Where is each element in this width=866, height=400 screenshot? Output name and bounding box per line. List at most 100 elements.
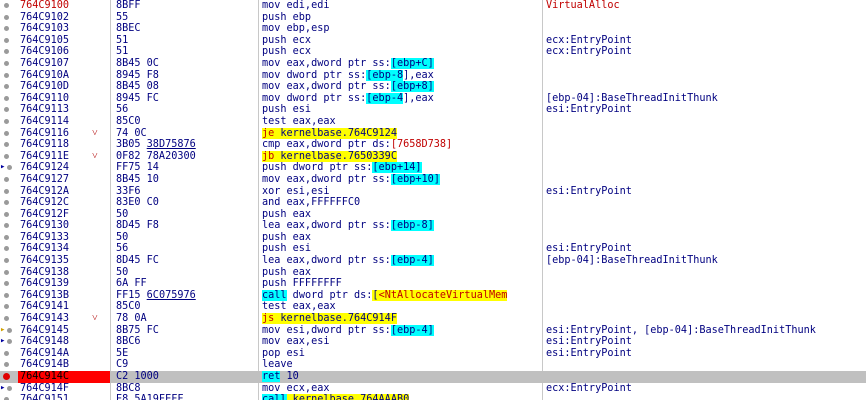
gutter-cell[interactable] bbox=[0, 186, 18, 198]
disasm-row[interactable]: 764C9105 51 push ecx ecx:EntryPoint bbox=[0, 35, 866, 47]
breakpoint-slot-icon[interactable] bbox=[4, 281, 9, 287]
breakpoint-slot-icon[interactable] bbox=[4, 223, 9, 229]
disasm-row[interactable]: 764C9138 50 push eax bbox=[0, 267, 866, 279]
breakpoint-slot-icon[interactable] bbox=[4, 188, 9, 194]
gutter-cell[interactable] bbox=[0, 174, 18, 186]
breakpoint-slot-icon[interactable] bbox=[4, 350, 9, 356]
breakpoint-slot-icon[interactable] bbox=[4, 37, 9, 43]
breakpoint-slot-icon[interactable] bbox=[4, 153, 9, 159]
disasm-row[interactable]: 764C9114 85C0 test eax,eax bbox=[0, 116, 866, 128]
disasm-row[interactable]: 764C914B C9 leave bbox=[0, 359, 866, 371]
disasm-row[interactable]: ▸ 764C9145 8B75 FC mov esi,dword ptr ss:[eb… bbox=[0, 324, 866, 337]
breakpoint-icon[interactable] bbox=[3, 373, 10, 380]
breakpoint-slot-icon[interactable] bbox=[4, 362, 9, 368]
breakpoint-slot-icon[interactable] bbox=[4, 95, 9, 101]
gutter-cell[interactable] bbox=[0, 232, 18, 244]
breakpoint-slot-icon[interactable] bbox=[7, 385, 12, 391]
gutter-cell[interactable] bbox=[0, 359, 18, 371]
disasm-row[interactable]: ▸ 764C9124 FF75 14 push dword ptr ss:[ebp+1… bbox=[0, 162, 866, 174]
breakpoint-slot-icon[interactable] bbox=[4, 200, 9, 206]
disasm-row[interactable]: 764C9100 8BFF mov edi,edi VirtualAlloc bbox=[0, 0, 866, 12]
breakpoint-slot-icon[interactable] bbox=[4, 26, 9, 32]
gutter-cell[interactable] bbox=[0, 278, 18, 290]
disasm-row[interactable]: 764C9143 ˅ 78 0A js kernelbase.764C914F bbox=[0, 313, 866, 325]
gutter-cell[interactable] bbox=[0, 104, 18, 116]
gutter-cell[interactable] bbox=[0, 139, 18, 151]
gutter-cell[interactable] bbox=[0, 35, 18, 47]
gutter-cell[interactable] bbox=[0, 58, 18, 70]
gutter-cell[interactable]: ▸ bbox=[0, 325, 18, 337]
gutter-cell[interactable] bbox=[0, 81, 18, 93]
disasm-row[interactable]: 764C9133 50 push eax bbox=[0, 232, 866, 244]
gutter-cell[interactable] bbox=[0, 70, 18, 82]
breakpoint-slot-icon[interactable] bbox=[4, 269, 9, 275]
breakpoint-slot-icon[interactable] bbox=[4, 118, 9, 124]
breakpoint-slot-icon[interactable] bbox=[7, 327, 12, 333]
breakpoint-slot-icon[interactable] bbox=[4, 3, 9, 8]
breakpoint-slot-icon[interactable] bbox=[4, 292, 9, 298]
disasm-row[interactable]: 764C9134 56 push esi esi:EntryPoint bbox=[0, 243, 866, 255]
breakpoint-slot-icon[interactable] bbox=[4, 211, 9, 217]
gutter-cell[interactable] bbox=[0, 23, 18, 35]
disasm-row[interactable]: 764C9141 85C0 test eax,eax bbox=[0, 301, 866, 313]
gutter-cell[interactable] bbox=[0, 46, 18, 58]
gutter-cell[interactable] bbox=[0, 394, 18, 400]
gutter-cell[interactable] bbox=[0, 243, 18, 255]
breakpoint-slot-icon[interactable] bbox=[4, 60, 9, 66]
disasm-row[interactable]: 764C9118 3B05 38D75876 cmp eax,dword ptr d… bbox=[0, 139, 866, 151]
disasm-row[interactable]: 764C9135 8D45 FC lea eax,dword ptr ss:[ebp… bbox=[0, 255, 866, 267]
disasm-row[interactable]: 764C910A 8945 F8 mov dword ptr ss:[ebp-8],… bbox=[0, 69, 866, 82]
breakpoint-slot-icon[interactable] bbox=[4, 234, 9, 240]
breakpoint-slot-icon[interactable] bbox=[4, 49, 9, 55]
breakpoint-slot-icon[interactable] bbox=[4, 176, 9, 182]
gutter-cell[interactable] bbox=[0, 371, 18, 383]
disasm-row[interactable]: 764C9116 ˅ 74 0C je kernelbase.764C9124 bbox=[0, 127, 866, 140]
disasm-row[interactable]: 764C913B FF15 6C075976 call dword ptr ds:[… bbox=[0, 289, 866, 302]
breakpoint-slot-icon[interactable] bbox=[4, 304, 9, 310]
disasm-row[interactable]: 764C9107 8B45 0C mov eax,dword ptr ss:[ebp… bbox=[0, 57, 866, 70]
gutter-cell[interactable] bbox=[0, 12, 18, 24]
gutter-cell[interactable] bbox=[0, 255, 18, 267]
gutter-cell[interactable] bbox=[0, 301, 18, 313]
gutter-cell[interactable] bbox=[0, 209, 18, 221]
disasm-row[interactable]: ▸ 764C9148 8BC6 mov eax,esi esi:EntryPoint bbox=[0, 336, 866, 348]
breakpoint-slot-icon[interactable] bbox=[7, 339, 12, 345]
disasm-row[interactable]: 764C912C 83E0 C0 and eax,FFFFFFC0 bbox=[0, 197, 866, 209]
disasm-row[interactable]: 764C9103 8BEC mov ebp,esp bbox=[0, 23, 866, 35]
disasm-row[interactable]: 764C9130 8D45 F8 lea eax,dword ptr ss:[ebp… bbox=[0, 220, 866, 232]
gutter-cell[interactable] bbox=[0, 116, 18, 128]
disasm-row[interactable]: 764C9110 8945 FC mov dword ptr ss:[ebp-4],… bbox=[0, 92, 866, 105]
gutter-cell[interactable]: ▸ bbox=[0, 162, 18, 174]
disasm-row[interactable]: 764C9151 E8 5A19FEFF call kernelbase.764AA… bbox=[0, 394, 866, 400]
gutter-cell[interactable] bbox=[0, 0, 18, 12]
gutter-cell[interactable] bbox=[0, 93, 18, 105]
breakpoint-slot-icon[interactable] bbox=[7, 165, 12, 171]
gutter-cell[interactable] bbox=[0, 220, 18, 232]
gutter-cell[interactable] bbox=[0, 197, 18, 209]
disasm-row[interactable]: 764C9113 56 push esi esi:EntryPoint bbox=[0, 104, 866, 116]
gutter-cell[interactable] bbox=[0, 290, 18, 302]
disasm-row[interactable]: 764C911E ˅ 0F82 78A20300 jb kernelbase.7650… bbox=[0, 150, 866, 163]
breakpoint-slot-icon[interactable] bbox=[4, 72, 9, 78]
breakpoint-slot-icon[interactable] bbox=[4, 316, 9, 322]
disasm-row[interactable]: 764C910D 8B45 08 mov eax,dword ptr ss:[ebp… bbox=[0, 81, 866, 93]
gutter-cell[interactable]: ▸ bbox=[0, 383, 18, 395]
disasm-row[interactable]: ▸ 764C914F 8BC8 mov ecx,eax ecx:EntryPoint bbox=[0, 383, 866, 395]
gutter-cell[interactable] bbox=[0, 313, 18, 325]
gutter-cell[interactable] bbox=[0, 348, 18, 360]
breakpoint-slot-icon[interactable] bbox=[4, 246, 9, 252]
breakpoint-slot-icon[interactable] bbox=[4, 258, 9, 264]
disasm-row[interactable]: 764C912F 50 push eax bbox=[0, 209, 866, 221]
gutter-cell[interactable] bbox=[0, 267, 18, 279]
gutter-cell[interactable] bbox=[0, 151, 18, 163]
disasm-row[interactable]: 764C9139 6A FF push FFFFFFFF bbox=[0, 278, 866, 290]
disasm-row[interactable]: 764C914A 5E pop esi esi:EntryPoint bbox=[0, 348, 866, 360]
disasm-row[interactable]: 764C914C C2 1000 ret 10 bbox=[0, 371, 866, 383]
breakpoint-slot-icon[interactable] bbox=[4, 107, 9, 113]
disassembly-view[interactable]: 764C9100 8BFF mov edi,edi VirtualAlloc 764C9… bbox=[0, 0, 866, 400]
disasm-row[interactable]: 764C9127 8B45 10 mov eax,dword ptr ss:[ebp… bbox=[0, 173, 866, 186]
breakpoint-slot-icon[interactable] bbox=[4, 14, 9, 20]
disasm-row[interactable]: 764C912A 33F6 xor esi,esi esi:EntryPoint bbox=[0, 186, 866, 198]
disasm-row[interactable]: 764C9106 51 push ecx ecx:EntryPoint bbox=[0, 46, 866, 58]
breakpoint-slot-icon[interactable] bbox=[4, 142, 9, 148]
